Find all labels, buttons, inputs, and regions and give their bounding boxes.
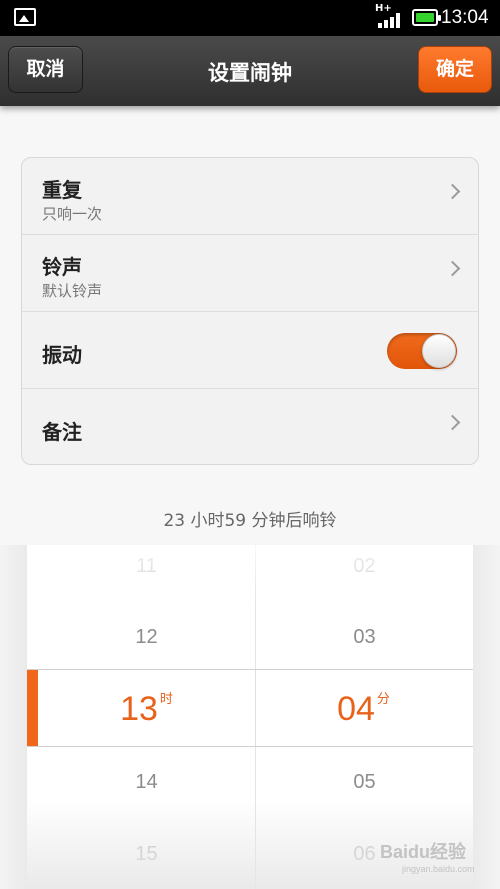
settings-card: 重复 只响一次 铃声 默认铃声 振动 备注 <box>21 157 479 465</box>
selection-band: 13 时 04 分 <box>27 669 473 747</box>
hour-option[interactable]: 14 <box>38 771 255 794</box>
signal-icon <box>378 12 404 28</box>
repeat-value: 只响一次 <box>42 205 103 223</box>
status-time: 13:04 <box>441 7 489 28</box>
vibrate-label: 振动 <box>42 343 82 367</box>
repeat-row[interactable]: 重复 只响一次 <box>22 158 478 235</box>
minute-option[interactable]: 03 <box>256 626 473 649</box>
selected-minute[interactable]: 04 分 <box>255 690 472 729</box>
picker-side-right <box>473 545 500 889</box>
chevron-right-icon <box>444 183 461 200</box>
confirm-button[interactable]: 确定 <box>418 46 492 93</box>
selected-hour-value: 13 <box>120 690 158 728</box>
watermark-logo: Baidu经验 <box>380 842 467 862</box>
picker-side-left <box>0 545 27 889</box>
ringtone-row[interactable]: 铃声 默认铃声 <box>22 235 478 312</box>
countdown-text: 23 小时59 分钟后响铃 <box>163 511 337 531</box>
status-bar: H+ 13:04 <box>0 0 500 36</box>
minute-unit: 分 <box>376 692 390 707</box>
toggle-knob <box>422 334 456 368</box>
hour-unit: 时 <box>159 692 173 707</box>
chevron-right-icon <box>444 414 461 431</box>
hour-option[interactable]: 11 <box>38 555 255 578</box>
vibrate-row: 振动 <box>22 312 478 389</box>
battery-icon <box>412 9 441 26</box>
note-label: 备注 <box>42 420 82 444</box>
watermark-url: jingyan.baidu.com <box>402 864 475 874</box>
selected-minute-value: 04 <box>337 690 375 728</box>
image-icon <box>14 8 36 26</box>
ringtone-value: 默认铃声 <box>42 282 103 300</box>
selection-marker <box>27 670 38 746</box>
minute-option[interactable]: 02 <box>256 555 473 578</box>
vibrate-toggle[interactable] <box>387 333 457 369</box>
selected-hour[interactable]: 13 时 <box>38 690 255 729</box>
ringtone-label: 铃声 <box>42 255 82 279</box>
repeat-label: 重复 <box>42 178 82 202</box>
hour-option[interactable]: 15 <box>38 843 255 866</box>
note-row[interactable]: 备注 <box>22 389 478 464</box>
minute-option[interactable]: 05 <box>256 771 473 794</box>
hour-option[interactable]: 12 <box>38 626 255 649</box>
title-bar: 取消 设置闹钟 确定 <box>0 36 500 106</box>
chevron-right-icon <box>444 260 461 277</box>
